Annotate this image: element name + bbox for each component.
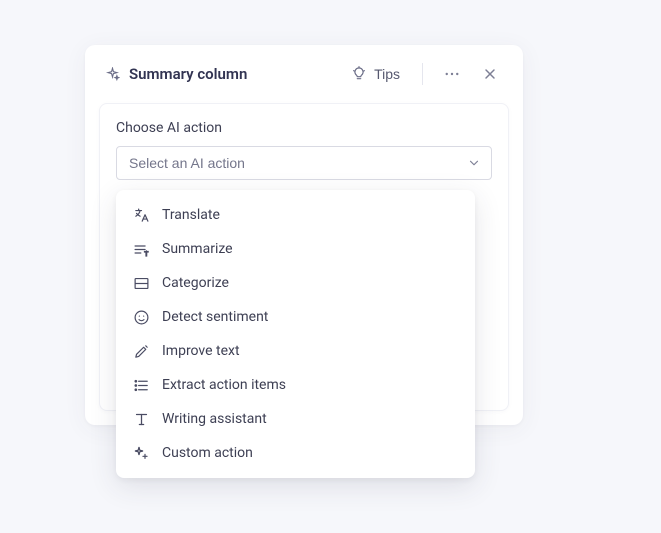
panel-title: Summary column	[129, 65, 247, 83]
field-label: Choose AI action	[116, 120, 492, 136]
list-icon	[132, 376, 150, 394]
option-label: Improve text	[162, 343, 240, 359]
improve-text-icon	[132, 342, 150, 360]
ai-action-select[interactable]: Select an AI action	[116, 146, 492, 180]
text-icon	[132, 410, 150, 428]
dots-horizontal-icon	[443, 65, 461, 83]
option-translate[interactable]: Translate	[116, 198, 475, 232]
option-extract-action-items[interactable]: Extract action items	[116, 368, 475, 402]
header-left: Summary column	[103, 65, 334, 83]
option-label: Writing assistant	[162, 411, 267, 427]
more-button[interactable]	[437, 59, 467, 89]
chevron-down-icon	[467, 156, 481, 170]
option-label: Extract action items	[162, 377, 286, 393]
close-icon	[482, 66, 498, 82]
option-label: Categorize	[162, 275, 229, 291]
option-improve-text[interactable]: Improve text	[116, 334, 475, 368]
sparkle-icon	[103, 65, 121, 83]
tips-button[interactable]: Tips	[342, 61, 408, 87]
categorize-icon	[132, 274, 150, 292]
panel-body: Choose AI action Select an AI action Tra…	[99, 103, 509, 411]
svg-text:T: T	[144, 250, 148, 257]
option-label: Translate	[162, 207, 220, 223]
summarize-icon: T	[132, 240, 150, 258]
option-label: Detect sentiment	[162, 309, 268, 325]
translate-icon	[132, 206, 150, 224]
option-label: Summarize	[162, 241, 233, 257]
sparkle-plus-icon	[132, 444, 150, 462]
sentiment-icon	[132, 308, 150, 326]
option-custom-action[interactable]: Custom action	[116, 436, 475, 470]
select-placeholder: Select an AI action	[129, 155, 245, 171]
tips-label: Tips	[374, 66, 400, 82]
option-summarize[interactable]: T Summarize	[116, 232, 475, 266]
ai-action-dropdown: Translate T Summarize Cat	[116, 190, 475, 478]
divider	[422, 63, 423, 85]
option-detect-sentiment[interactable]: Detect sentiment	[116, 300, 475, 334]
close-button[interactable]	[475, 59, 505, 89]
option-writing-assistant[interactable]: Writing assistant	[116, 402, 475, 436]
option-label: Custom action	[162, 445, 253, 461]
option-categorize[interactable]: Categorize	[116, 266, 475, 300]
lightbulb-icon	[350, 65, 368, 83]
panel-header: Summary column Tips	[85, 45, 523, 103]
ai-column-panel: Summary column Tips	[85, 45, 523, 425]
